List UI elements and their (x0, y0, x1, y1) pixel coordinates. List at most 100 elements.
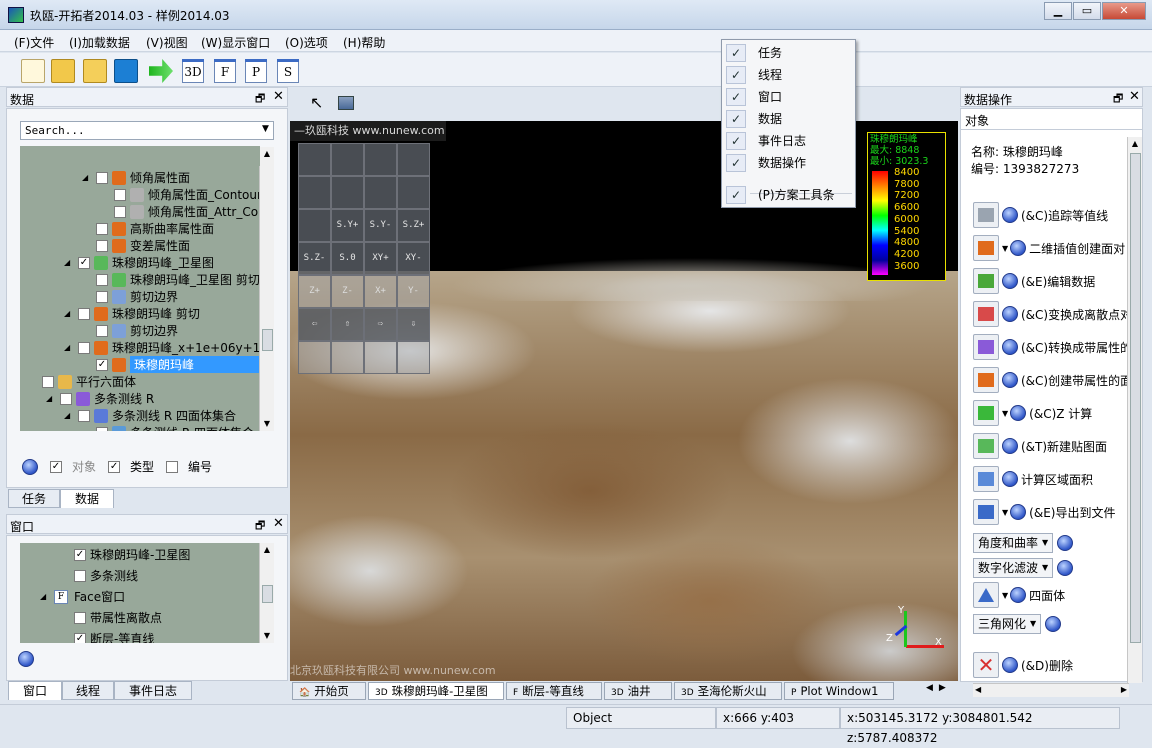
scroll-right-icon[interactable]: ▶ (1121, 685, 1127, 694)
tree-item[interactable]: 倾角属性面_Contour (100, 186, 260, 203)
expand-icon[interactable]: ◢ (40, 592, 50, 601)
view-menu-item[interactable]: ✓ 数据 (724, 108, 853, 130)
ops-hscrollbar[interactable]: ◀ ▶ (973, 683, 1129, 697)
document-tab[interactable]: 3D 油井 (604, 682, 672, 700)
chevron-down-icon[interactable]: ▼ (1030, 616, 1036, 632)
window-tree-scrollbar[interactable]: ▲ ▼ (259, 543, 274, 643)
pin-icon[interactable]: 🗗 (255, 517, 265, 536)
view-tool-button[interactable]: S.Y- (364, 209, 397, 242)
chevron-down-icon[interactable]: ▼ (1002, 409, 1008, 418)
window-checkbox[interactable] (74, 569, 86, 582)
op-row[interactable]: 计算区域面积 (973, 466, 1093, 492)
document-tab[interactable]: 3D 圣海伦斯火山 (674, 682, 782, 700)
tree-item[interactable]: ◢ 多条测线 R 四面体集合 (64, 407, 236, 424)
op-icon[interactable] (973, 367, 999, 393)
chevron-down-icon[interactable]: ▼ (1002, 508, 1008, 517)
scroll-left-icon[interactable]: ◀ (975, 685, 981, 694)
op-icon[interactable] (973, 268, 999, 294)
menu-file[interactable]: (F)文件 (14, 34, 54, 51)
view-tool-button[interactable]: S.0 (331, 242, 364, 275)
tab-window[interactable]: 窗口 (8, 681, 62, 700)
op-row[interactable]: 数字化滤波 ▼ (973, 555, 1074, 581)
tree-item[interactable]: ◢ 珠穆朗玛峰 剪切 (64, 305, 200, 322)
expand-icon[interactable]: ◢ (64, 411, 74, 420)
refresh-icon[interactable] (22, 458, 38, 475)
op-row[interactable]: 三角网化 ▼ (973, 611, 1062, 637)
tab-data[interactable]: 数据 (60, 489, 114, 508)
folder-icon[interactable] (83, 59, 107, 83)
object-filter-checkbox[interactable] (50, 460, 62, 473)
op-combo[interactable]: 角度和曲率 ▼ (973, 533, 1054, 553)
tree-item[interactable]: 多条测线 R 四面体集合 (82, 424, 254, 431)
tetra-icon[interactable] (973, 582, 999, 608)
tree-item[interactable]: ◢ 珠穆朗玛峰_卫星图 (64, 254, 214, 271)
view-tool-button[interactable]: X+ (364, 275, 397, 308)
id-filter-checkbox[interactable] (166, 460, 179, 473)
view-tool-button[interactable] (298, 176, 331, 209)
view-tool-button[interactable] (331, 176, 364, 209)
op-row[interactable]: (&C)追踪等值线 (973, 202, 1108, 228)
view-tool-button[interactable] (364, 341, 397, 374)
op-icon[interactable] (973, 334, 999, 360)
run-icon[interactable] (1010, 587, 1027, 603)
run-icon[interactable] (1010, 240, 1027, 256)
data-tree-scrollbar[interactable]: ▲ ▼ (259, 147, 274, 431)
window-tree-item[interactable]: 断层-等直线 (60, 630, 154, 643)
view-tool-button[interactable]: S.Z- (298, 242, 331, 275)
search-input[interactable]: Search... (20, 121, 274, 140)
tree-checkbox[interactable] (96, 358, 108, 371)
object-tab[interactable]: 对象 (965, 112, 989, 129)
run-icon[interactable] (1010, 405, 1027, 421)
view-tool-button[interactable] (298, 341, 331, 374)
tree-item[interactable]: 倾角属性面_Attr_Cont (100, 203, 260, 220)
view-tool-button[interactable]: ⇧ (331, 308, 364, 341)
view-tool-button[interactable]: XY- (397, 242, 430, 275)
op-icon[interactable] (973, 433, 999, 459)
op-row[interactable]: (&T)新建贴图面 (973, 433, 1107, 459)
run-icon[interactable] (1045, 616, 1062, 632)
ops-panel-close-icon[interactable]: ✕ (1129, 89, 1140, 104)
chevron-down-icon[interactable]: ▼ (262, 124, 269, 134)
op-row[interactable]: ▼ (&E)导出到文件 (973, 499, 1115, 525)
op-row[interactable]: ▼ (&C)Z 计算 (973, 400, 1092, 426)
tree-checkbox[interactable] (96, 239, 108, 252)
view-menu-item[interactable]: ✓ 数据操作 (724, 152, 853, 174)
open-folder-icon[interactable] (51, 59, 75, 83)
tree-item[interactable]: 高斯曲率属性面 (82, 220, 214, 237)
document-tab[interactable]: F 断层-等直线 (506, 682, 602, 700)
tree-checkbox[interactable] (96, 222, 108, 235)
tree-item[interactable]: ◢ 多条测线 R (46, 390, 154, 407)
menu-show-window[interactable]: (W)显示窗口 (201, 34, 270, 51)
window-tree-item[interactable]: ◢ F Face窗口 (40, 588, 125, 605)
view-tool-button[interactable] (397, 176, 430, 209)
run-icon[interactable] (1002, 471, 1018, 487)
view-menu-item[interactable]: ✓ 窗口 (724, 86, 853, 108)
view-tool-button[interactable] (331, 341, 364, 374)
tree-checkbox[interactable] (78, 409, 90, 422)
scroll-up-icon[interactable]: ▲ (260, 147, 274, 161)
new-plot-window-button[interactable]: P (245, 59, 267, 83)
op-icon[interactable] (973, 235, 999, 261)
op-icon[interactable] (973, 466, 999, 492)
tree-checkbox[interactable] (96, 171, 108, 184)
window-refresh[interactable] (18, 651, 34, 670)
tree-checkbox[interactable] (60, 392, 72, 405)
ops-scrollbar[interactable]: ▲ (1127, 137, 1142, 683)
view-tool-button[interactable]: ⇦ (298, 308, 331, 341)
op-row[interactable]: ▼ 四面体 (973, 582, 1065, 608)
pointer-icon[interactable]: ↖ (310, 93, 323, 112)
view-tool-button[interactable] (298, 143, 331, 176)
window-tree-item[interactable]: 珠穆朗玛峰-卫星图 (60, 546, 190, 563)
3d-viewport[interactable]: —玖瓯科技 www.nunew.com S.Y+ S.Y- S.Z+ S.Z- S.0 X… (290, 121, 958, 681)
view-menu-item[interactable]: ✓ 任务 (724, 42, 853, 64)
expand-icon[interactable]: ◢ (46, 394, 56, 403)
window-checkbox[interactable] (74, 611, 86, 624)
view-tool-button[interactable] (397, 143, 430, 176)
tree-item[interactable]: 剪切边界 (82, 322, 178, 339)
view-tool-button[interactable] (397, 341, 430, 374)
new-section-window-button[interactable]: S (277, 59, 299, 83)
view-tool-button[interactable]: ⇩ (397, 308, 430, 341)
close-window-button[interactable]: ✕ (1102, 2, 1146, 20)
window-tree-item[interactable]: 带属性离散点 (60, 609, 162, 626)
run-icon[interactable] (1057, 535, 1074, 551)
